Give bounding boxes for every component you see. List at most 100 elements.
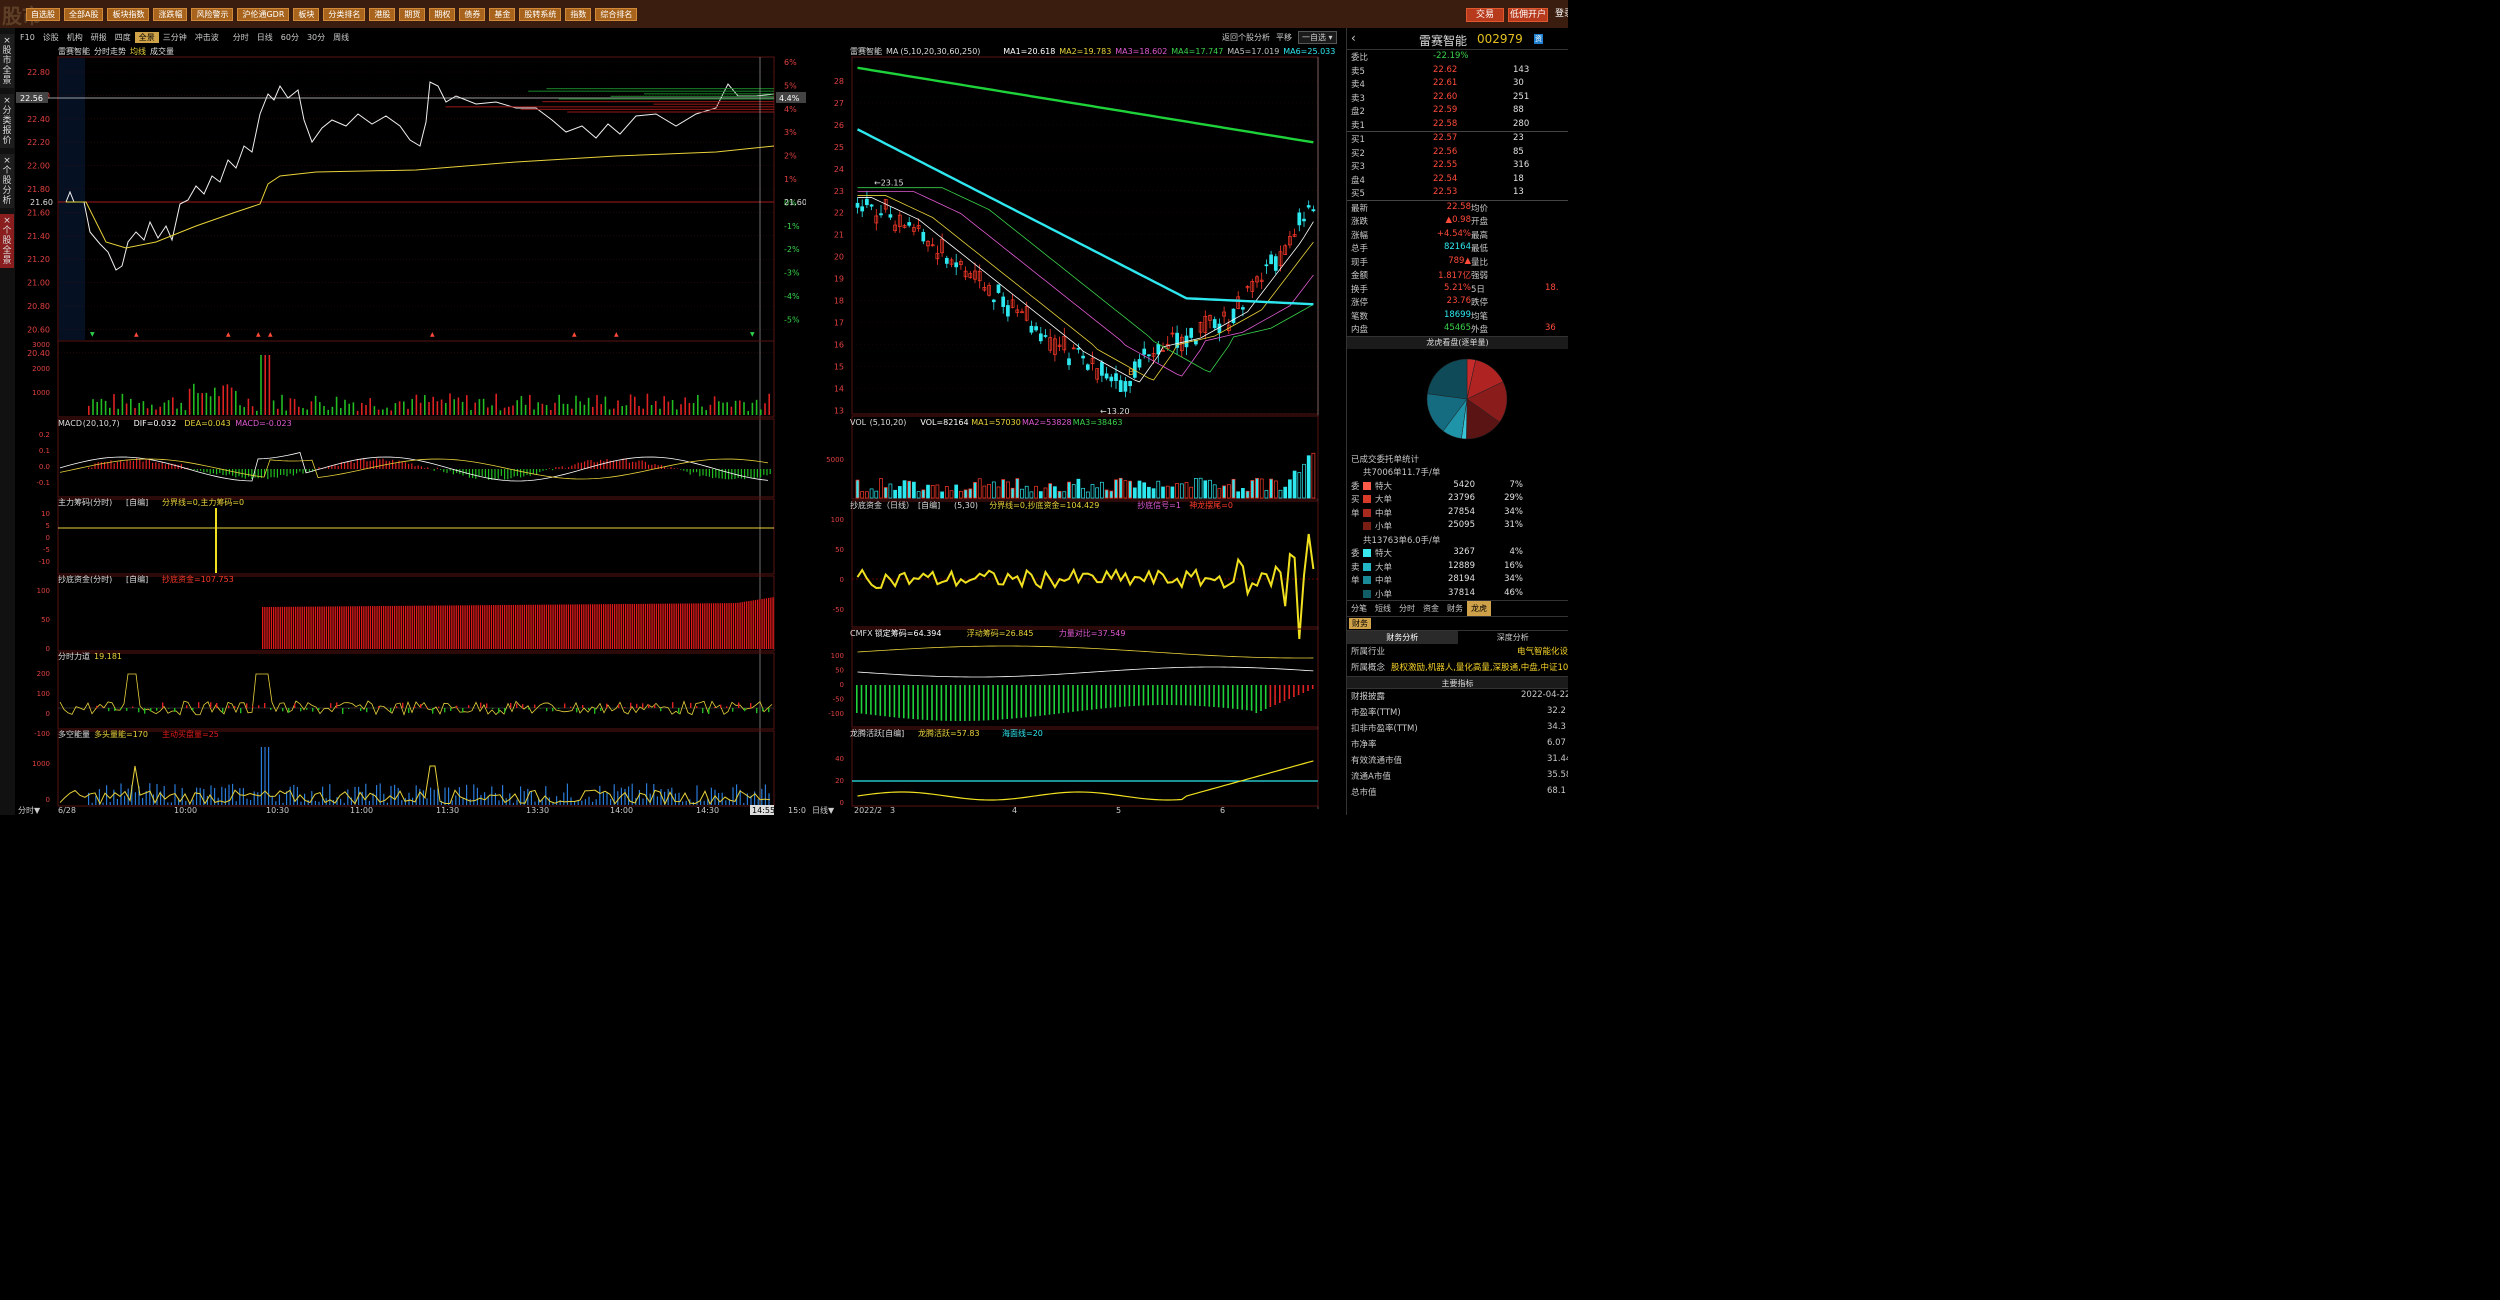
cmfx-lock-line [857,645,1314,659]
quote-tab-1[interactable]: 短线 [1371,601,1395,616]
market-button-0[interactable]: 自选股 [26,8,60,21]
quote-tab-5[interactable]: 龙虎 [1467,601,1491,616]
toolbar-tab-3[interactable]: 研报 [87,32,111,43]
market-button-12[interactable]: 基金 [489,8,516,21]
cdzj-bar [312,606,314,649]
quote-tab-2[interactable]: 分时 [1395,601,1419,616]
toolbar-tab-8[interactable]: 分时 [229,32,253,43]
cmfx-bar [1095,685,1098,710]
volume-bar [184,410,187,415]
dkn-bar [156,783,158,805]
market-button-14[interactable]: 指数 [565,8,592,21]
kline-candle [1306,205,1311,208]
kline-period-label[interactable]: 日线▼ [812,805,835,815]
dkn-bar [116,798,118,805]
ask-row-4[interactable]: 卖1 22.58 280 [1347,118,1568,132]
cmfx-bar [870,685,872,715]
quote-tab-4[interactable]: 财务 [1443,601,1467,616]
quote-tab-0[interactable]: 分笔 [1347,601,1371,616]
market-button-3[interactable]: 涨跌幅 [153,8,188,21]
market-button-6[interactable]: 板块 [293,8,320,21]
quote-tab-3[interactable]: 资金 [1419,601,1443,616]
market-button-2[interactable]: 板块指数 [107,8,150,21]
toolbar-tab-0[interactable]: F10 [16,33,39,42]
cmfx-bar [1250,685,1253,711]
trade-button[interactable]: 交易 [1466,8,1504,22]
cdzj-bar [497,605,499,649]
bid-row-0[interactable]: 买1 22.57 23 [1347,132,1568,146]
cdzj-bar [706,603,708,649]
toolbar-tab-6[interactable]: 三分钟 [159,32,191,43]
kline-candle [1067,358,1071,366]
fsld-bar [672,702,674,708]
toolbar-tab-9[interactable]: 日线 [253,32,277,43]
market-button-5[interactable]: 沪伦通GDR [237,8,290,21]
daily-kline-chart[interactable]: 雷赛智能 MA (5,10,20,30,60,250) MA1=20.618 MA2=1… [810,44,1346,815]
volume-bar [272,400,275,415]
toolbar-tab-11[interactable]: 30分 [303,32,329,43]
finance-subtab-0[interactable]: 财务分析 [1347,631,1458,644]
volume-bar [176,408,178,415]
market-button-15[interactable]: 综合排名 [595,8,638,21]
fsld-bar [138,708,140,713]
login-button[interactable]: 登录 [1554,8,1568,22]
bid-row-4[interactable]: 买5 22.53 13 [1347,186,1568,200]
back-arrow-icon[interactable]: ‹ [1351,31,1356,45]
finance-tab[interactable]: 财务 [1349,618,1371,629]
finance-subtab-1[interactable]: 深度分析 [1458,631,1569,644]
cdzj-bar [389,605,391,649]
watchlist-select[interactable]: 一自选 ▾ [1298,30,1337,44]
volume-bar [503,407,506,415]
ask-row-1[interactable]: 卖4 22.61 30 [1347,77,1568,91]
market-button-13[interactable]: 股转系统 [519,8,562,21]
market-button-8[interactable]: 港股 [369,8,396,21]
market-button-9[interactable]: 期货 [399,8,426,21]
bid-row-3[interactable]: 盘4 22.54 18 [1347,173,1568,187]
macd-bar [136,458,138,469]
market-button-11[interactable]: 债券 [459,8,486,21]
cdzj-bar [284,606,286,649]
toolbar-tab-2[interactable]: 机构 [63,32,87,43]
dkn-bar [484,792,486,805]
cdzj-bar [341,606,343,649]
macd-bar [273,469,275,478]
toolbar-link-1[interactable]: 平移 [1276,32,1292,43]
period-label[interactable]: 分时▼ [18,805,41,815]
cdzj-bar [662,603,664,649]
toolbar-tab-12[interactable]: 周线 [329,32,353,43]
side-tab-2[interactable]: × 个股分析 [0,154,14,208]
volume-bar [440,399,443,415]
macd-bar [209,469,211,474]
volume-bar [104,400,107,415]
bid-row-2[interactable]: 买3 22.55 316 [1347,159,1568,173]
time-tick: 11:30 [436,806,459,815]
sell-volume: 3267 [1453,547,1475,557]
side-tab-3[interactable]: × 个股全景 [0,214,14,268]
open-account-button[interactable]: 低佣开户 [1508,8,1548,22]
market-button-10[interactable]: 期权 [429,8,456,21]
volume-bar [96,402,98,415]
side-tab-0[interactable]: × 股市全景 [0,34,14,88]
market-button-1[interactable]: 全部A股 [64,8,104,21]
toolbar-tab-4[interactable]: 四度 [111,32,135,43]
cmfx-bar [1039,685,1041,716]
market-button-7[interactable]: 分类排名 [323,8,366,21]
cdzj-bar [737,602,739,649]
volume-bar [197,393,199,415]
toolbar-tab-10[interactable]: 60分 [277,32,303,43]
toolbar-tab-1[interactable]: 诊股 [39,32,63,43]
bid-row-1[interactable]: 买2 22.56 85 [1347,146,1568,160]
ask-row-3[interactable]: 盘2 22.59 88 [1347,104,1568,118]
macd-bar [228,469,230,475]
toolbar-link-0[interactable]: 返回个股分析 [1222,32,1270,43]
cdzj-bar [638,603,640,649]
ask-row-2[interactable]: 卖3 22.60 251 [1347,91,1568,105]
toolbar-tab-7[interactable]: 冲击波 [191,32,223,43]
cmfx-bar [1006,685,1008,720]
info-icon[interactable]: 资 [1534,34,1543,44]
market-button-4[interactable]: 风险警示 [191,8,234,21]
intraday-chart[interactable]: 雷赛智能分时走势均线成交量22.8022.6022.4022.2022.0021… [16,44,806,815]
toolbar-tab-5[interactable]: 全景 [134,31,159,43]
side-tab-1[interactable]: × 分类报价 [0,94,14,148]
ask-row-0[interactable]: 卖5 22.62 143 [1347,64,1568,78]
